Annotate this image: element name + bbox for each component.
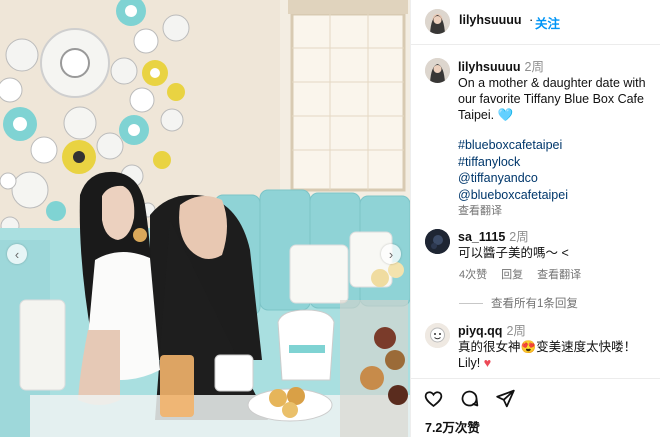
post-photo[interactable]: ‹ › (0, 0, 410, 437)
comment-username[interactable]: piyq.qq (458, 324, 502, 338)
mention-link[interactable]: @blueboxcafetaipei (458, 187, 568, 204)
heart-emoji: ♥ (483, 356, 492, 370)
actions-divider (411, 378, 660, 379)
hashtag-link[interactable]: #blueboxcafetaipei (458, 137, 568, 154)
comment-time: 2周 (509, 230, 529, 244)
header-divider (411, 44, 660, 45)
comment-text: 变美速度太快喽！ (536, 340, 637, 354)
likes-count[interactable]: 7.2万次赞 (425, 417, 480, 436)
separator-dot: · (529, 12, 534, 27)
mention-link[interactable]: @tiffanyandco (458, 170, 568, 187)
chevron-right-icon: › (388, 246, 394, 262)
author-username[interactable]: lilyhsuuuu (459, 13, 522, 27)
comment-text: 真的很女神 (458, 340, 521, 354)
caption-username[interactable]: lilyhsuuuu (458, 60, 521, 74)
photo-illustration (0, 0, 410, 437)
chevron-left-icon: ‹ (14, 246, 20, 262)
caption-text: On a mother & daughter date with our fav… (458, 76, 646, 122)
caption-avatar[interactable] (425, 58, 450, 83)
action-bar (423, 388, 516, 409)
comment-icon[interactable] (459, 388, 480, 409)
share-icon[interactable] (495, 388, 516, 409)
follow-button[interactable]: 关注 (535, 13, 560, 32)
caption-hashtags: #blueboxcafetaipei #tiffanylock @tiffany… (458, 137, 568, 220)
comment: sa_1115 2周 可以醬子美的嗎～ < (458, 229, 653, 261)
comment-avatar[interactable] (425, 229, 450, 254)
comment-likes[interactable]: 4次赞 (459, 266, 487, 282)
comment: piyq.qq 2周 真的很女神😍变美速度太快喽！ Lily! ♥ (458, 323, 654, 371)
comment-text: 可以醬子美的嗎～ < (458, 246, 569, 260)
translate-link[interactable]: 查看翻译 (537, 266, 581, 282)
comment-text: Lily! (458, 356, 481, 370)
hashtag-link[interactable]: #tiffanylock (458, 154, 568, 171)
view-replies-link[interactable]: 查看所有1条回复 (459, 295, 578, 311)
next-photo-button[interactable]: › (381, 244, 401, 264)
post-sidebar: lilyhsuuuu · 关注 lilyhsuuuu 2周 On a mother… (410, 0, 660, 437)
reply-button[interactable]: 回复 (501, 266, 523, 282)
comment-username[interactable]: sa_1115 (458, 230, 505, 244)
comment-meta: 4次赞 回复 查看翻译 (459, 266, 581, 282)
emoji: 😍 (520, 340, 537, 354)
author-avatar[interactable] (425, 9, 450, 34)
translate-link[interactable]: 查看翻译 (458, 203, 568, 220)
comment-time: 2周 (506, 324, 526, 338)
previous-photo-button[interactable]: ‹ (7, 244, 27, 264)
heart-icon[interactable] (423, 388, 444, 409)
caption-time: 2周 (524, 60, 544, 74)
comment-avatar[interactable] (425, 323, 450, 348)
caption: lilyhsuuuu 2周 On a mother & daughter date… (458, 59, 658, 123)
